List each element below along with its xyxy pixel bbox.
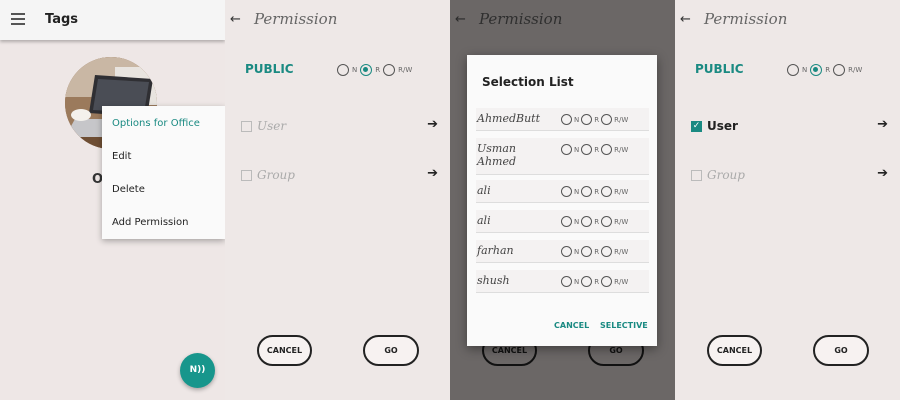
list-item: Usman Ahmed N R R/W [476, 138, 649, 175]
radio-none[interactable] [561, 144, 572, 155]
user-label: User [707, 119, 738, 133]
menu-item-add-permission[interactable]: Add Permission [112, 217, 188, 228]
public-label: PUBLIC [695, 62, 744, 76]
permission-screen-2: ← Permission PUBLIC N R R/W ✓ User ➔ Gro… [675, 0, 900, 400]
radio-none[interactable] [561, 246, 572, 257]
public-radio-group: N R R/W [337, 64, 415, 76]
radio-none[interactable] [561, 186, 572, 197]
radio-read[interactable] [810, 64, 823, 76]
permission-screen-1: ← Permission PUBLIC N R R/W User ➔ Group… [225, 0, 450, 400]
radio-read[interactable] [581, 114, 593, 125]
context-menu: Options for Office Edit Delete Add Permi… [102, 106, 225, 239]
page-title: Permission [254, 10, 338, 28]
radio-read[interactable] [581, 216, 593, 227]
right-arrow-icon[interactable]: ➔ [877, 166, 888, 181]
radio-read-write[interactable] [601, 114, 613, 125]
go-button[interactable]: GO [363, 335, 419, 366]
right-arrow-icon[interactable]: ➔ [877, 117, 888, 132]
radio-read-write[interactable] [601, 186, 613, 197]
radio-read-write[interactable] [601, 216, 613, 227]
dialog-cancel-button[interactable]: CANCEL [554, 321, 589, 330]
tags-screen: Tags Of Options for Office Edit Delete A… [0, 0, 225, 400]
nfc-fab-button[interactable]: N)) [180, 353, 215, 388]
radio-none[interactable] [787, 64, 799, 76]
group-checkbox[interactable] [241, 169, 252, 181]
group-label: Group [707, 168, 745, 182]
radio-none[interactable] [561, 276, 572, 287]
group-checkbox[interactable] [691, 169, 702, 181]
cancel-button[interactable]: CANCEL [707, 335, 762, 366]
radio-read-write[interactable] [383, 64, 396, 76]
list-item: AhmedButt N R R/W [476, 108, 649, 131]
right-arrow-icon[interactable]: ➔ [427, 166, 438, 181]
radio-none[interactable] [561, 216, 572, 227]
user-checkbox[interactable] [241, 120, 252, 132]
public-radio-group: N R R/W [787, 64, 865, 76]
radio-read-write[interactable] [601, 144, 613, 155]
radio-read-write[interactable] [601, 276, 613, 287]
public-label: PUBLIC [245, 62, 294, 76]
back-arrow-icon[interactable]: ← [680, 12, 691, 27]
page-title: Permission [704, 10, 788, 28]
cancel-button[interactable]: CANCEL [257, 335, 312, 366]
list-item: ali N R R/W [476, 180, 649, 203]
radio-none[interactable] [337, 64, 349, 76]
page-title: Permission [479, 10, 563, 28]
app-bar: Tags [0, 0, 225, 40]
group-label: Group [257, 168, 295, 182]
group-checkbox-row[interactable]: Group [691, 168, 745, 182]
radio-read-write[interactable] [601, 246, 613, 257]
dialog-selective-button[interactable]: SELECTIVE [600, 321, 648, 330]
go-button[interactable]: GO [813, 335, 869, 366]
list-item: farhan N R R/W [476, 240, 649, 263]
user-label: User [257, 119, 287, 133]
radio-read[interactable] [360, 64, 373, 76]
selection-list-dialog: Selection List AhmedButt N R R/W Usman A… [467, 55, 657, 346]
radio-none[interactable] [561, 114, 572, 125]
app-bar-title: Tags [45, 12, 79, 27]
radio-read[interactable] [581, 246, 593, 257]
menu-item-delete[interactable]: Delete [112, 184, 145, 195]
back-arrow-icon: ← [455, 12, 466, 27]
back-arrow-icon[interactable]: ← [230, 12, 241, 27]
radio-read-write[interactable] [833, 64, 846, 76]
group-checkbox-row[interactable]: Group [241, 168, 295, 182]
radio-read[interactable] [581, 186, 593, 197]
nfc-icon: N)) [189, 365, 206, 375]
right-arrow-icon[interactable]: ➔ [427, 117, 438, 132]
menu-item-options[interactable]: Options for Office [112, 118, 200, 129]
hamburger-icon[interactable] [11, 13, 25, 25]
list-item: ali N R R/W [476, 210, 649, 233]
menu-item-edit[interactable]: Edit [112, 151, 131, 162]
radio-read[interactable] [581, 144, 593, 155]
list-item: shush N R R/W [476, 270, 649, 293]
check-icon[interactable]: ✓ [691, 120, 702, 132]
dialog-title: Selection List [482, 75, 574, 89]
user-checkbox-row[interactable]: ✓ User [691, 119, 738, 133]
user-checkbox-row[interactable]: User [241, 119, 286, 133]
radio-read[interactable] [581, 276, 593, 287]
